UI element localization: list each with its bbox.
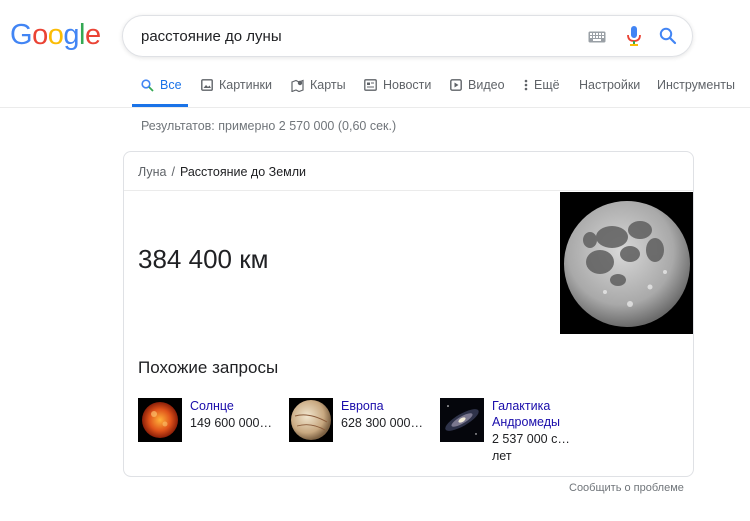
map-pin-icon [291,79,304,92]
tab-label: Настройки [579,78,641,92]
europa-thumbnail [289,398,333,442]
related-item-name: Европа [341,399,384,413]
tab-all[interactable]: Все [132,78,188,107]
breadcrumb-attribute: Расстояние до Земли [179,165,307,179]
play-icon [450,79,462,91]
logo-letter: o [32,19,48,51]
tab-label: Картинки [219,78,272,92]
image-icon [201,79,213,91]
breadcrumb-separator: / [171,165,175,179]
search-tabs: Все Картинки Карты Новости Видео Ещё Нас… [0,64,750,108]
related-item-name: Солнце [190,399,234,413]
tab-more[interactable]: Ещё [524,78,560,107]
tab-label: Ещё [534,78,560,92]
moon-photo[interactable] [560,192,693,334]
report-problem-link[interactable]: Сообщить о проблеме [569,482,684,494]
tab-label: Карты [310,78,346,92]
google-logo[interactable]: Google [10,19,101,51]
tab-news[interactable]: Новости [364,78,431,107]
tab-images[interactable]: Картинки [201,78,272,107]
search-input[interactable]: расстояние до луны [141,28,282,45]
related-item-value: 628 300 000… [341,416,424,430]
search-icon[interactable] [659,27,677,50]
search-box[interactable]: расстояние до луны [122,15,693,57]
related-item-value: 149 600 000… [190,416,273,430]
microphone-icon[interactable] [627,26,641,51]
tab-video[interactable]: Видео [450,78,505,107]
related-searches-title: Похожие запросы [138,358,279,377]
card-divider [124,190,693,191]
logo-letter: G [10,19,33,51]
related-item-value: 2 537 000 с… лет [492,432,570,463]
tab-label: Видео [468,78,505,92]
tab-tools[interactable]: Инструменты [657,78,735,107]
knowledge-card: Луна / Расстояние до Земли 384 400 км По… [123,151,694,477]
more-vert-icon [524,79,528,91]
results-count: Результатов: примерно 2 570 000 (0,60 се… [141,119,397,133]
andromeda-thumbnail [440,398,484,442]
breadcrumb-entity-link[interactable]: Луна [138,165,166,179]
search-icon [141,79,154,92]
tab-settings[interactable]: Настройки [579,78,640,107]
sun-thumbnail [138,398,182,442]
tab-label: Новости [383,78,432,92]
logo-letter: e [84,19,101,51]
answer-value: 384 400 км [138,244,269,274]
logo-letter: g [63,19,79,51]
tab-label: Все [160,78,182,92]
breadcrumb: Луна / Расстояние до Земли [138,165,306,179]
news-icon [364,79,377,91]
related-item-name: Галактика Андромеды [492,399,560,429]
tab-maps[interactable]: Карты [291,78,346,107]
tab-label: Инструменты [657,78,735,92]
keyboard-icon[interactable] [588,30,606,48]
logo-letter: o [47,19,64,51]
